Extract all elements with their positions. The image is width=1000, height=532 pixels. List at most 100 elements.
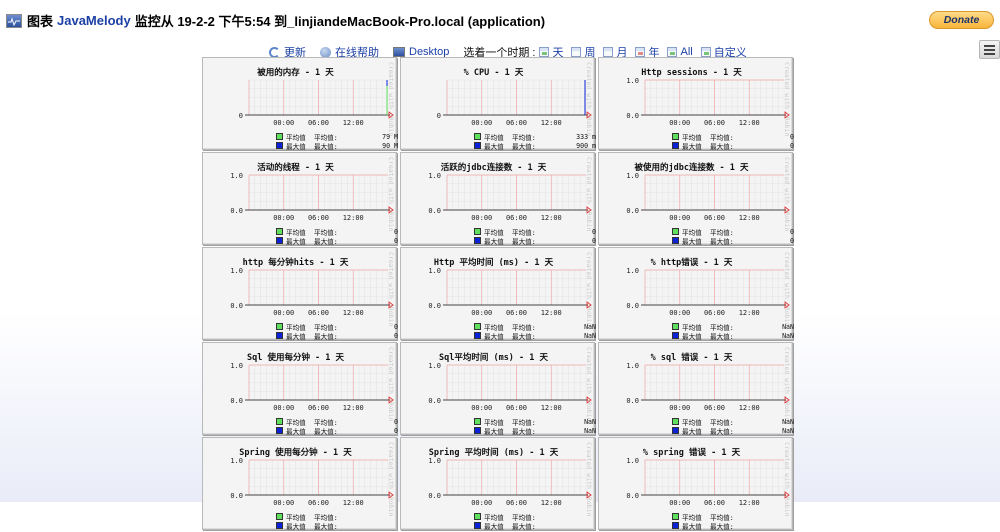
legend-value: NaN xyxy=(782,417,794,426)
legend-label: 最大值 xyxy=(682,427,702,436)
legend-row-max: 最大值 最大值: NaN xyxy=(474,426,596,436)
y-tick-label: 1.0 xyxy=(428,362,441,370)
donate-button[interactable]: Donate xyxy=(929,11,994,29)
legend-swatch xyxy=(474,332,481,339)
legend-value: NaN xyxy=(782,426,794,435)
refresh-icon xyxy=(269,46,280,58)
legend-label: 最大值 xyxy=(682,142,702,151)
legend-row-max: 最大值 最大值: NaN xyxy=(672,331,794,341)
legend-value: 0 xyxy=(394,426,398,435)
chart-legend: 平均值 平均值: NaN 最大值 最大值: NaN xyxy=(672,322,794,341)
y-tick-label: 1.0 xyxy=(230,362,243,370)
x-tick-label: 06:00 xyxy=(506,214,527,222)
chart-panel[interactable]: % spring 错误 - 1 天 Created with JRobin 1.0 0… xyxy=(598,437,794,531)
legend-label: 最大值 xyxy=(286,142,306,151)
legend-swatch xyxy=(276,142,283,149)
legend-swatch xyxy=(276,133,283,140)
legend-stat-label: 最大值: xyxy=(512,142,536,151)
x-tick-label: 06:00 xyxy=(308,404,329,412)
x-tick-label: 12:00 xyxy=(541,119,562,127)
x-tick-label: 00:00 xyxy=(669,309,690,317)
chart-legend: 平均值 平均值: 333 m 最大值 最大值: 900 m xyxy=(474,132,596,151)
legend-row-max: 最大值 最大值: 0 xyxy=(276,426,398,436)
x-tick-label: 12:00 xyxy=(739,309,760,317)
legend-row-max: 最大值 最大值: 90 M xyxy=(276,141,398,151)
x-tick-label: 06:00 xyxy=(506,499,527,507)
x-tick-label: 00:00 xyxy=(669,404,690,412)
y-tick-label: 0.0 xyxy=(428,397,441,405)
calendar-month-icon xyxy=(603,47,614,57)
y-tick-label: 0.0 xyxy=(230,302,243,310)
legend-stat-label: 最大值: xyxy=(314,427,338,436)
legend-label: 最大值 xyxy=(286,427,306,436)
legend-swatch xyxy=(672,133,679,140)
chart-panel[interactable]: Sql平均时间 (ms) - 1 天 Created with JRobin 1.0… xyxy=(400,342,596,436)
y-tick-label: 0.0 xyxy=(626,397,639,405)
legend-row-max: 最大值 最大值: 900 m xyxy=(474,141,596,151)
calendar-all-icon xyxy=(667,47,678,57)
chart-panel[interactable]: Spring 使用每分钟 - 1 天 Created with JRobin 1.0… xyxy=(202,437,398,531)
legend-row-max: 最大值 最大值: 0 xyxy=(474,236,596,246)
legend-swatch xyxy=(276,332,283,339)
x-tick-label: 06:00 xyxy=(506,309,527,317)
y-tick-label: 1.0 xyxy=(626,457,639,465)
legend-value: 0 xyxy=(790,132,794,141)
legend-label: 最大值 xyxy=(286,332,306,341)
legend-swatch xyxy=(672,332,679,339)
legend-stat-label: 最大值: xyxy=(314,522,338,531)
x-tick-label: 00:00 xyxy=(471,214,492,222)
javamelody-link[interactable]: JavaMelody xyxy=(57,13,131,28)
chart-panel[interactable]: % CPU - 1 天 Created with JRobin 0 00:00 06:0… xyxy=(400,57,596,151)
calendar-day-icon xyxy=(539,47,550,57)
chart-panel[interactable]: 被使用的jdbc连接数 - 1 天 Created with JRobin 1.0 0… xyxy=(598,152,794,246)
legend-swatch xyxy=(672,522,679,529)
x-tick-label: 00:00 xyxy=(273,499,294,507)
chart-legend: 平均值 平均值: NaN 最大值 最大值: NaN xyxy=(672,417,794,436)
chart-panel[interactable]: 活跃的jdbc连接数 - 1 天 Created with JRobin 1.0 0.… xyxy=(400,152,596,246)
chart-legend: 平均值 平均值: 最大值 最大值: xyxy=(276,512,398,531)
calendar-year-icon xyxy=(635,47,646,57)
chart-legend: 平均值 平均值: 0 最大值 最大值: 0 xyxy=(276,322,398,341)
y-tick-label: 0.0 xyxy=(428,492,441,500)
chart-panel[interactable]: Sql 使用每分钟 - 1 天 Created with JRobin 1.0 0.0… xyxy=(202,342,398,436)
y-tick-label: 1.0 xyxy=(428,457,441,465)
chart-panel[interactable]: 被用的内存 - 1 天 Created with JRobin 0 00:00 06:0… xyxy=(202,57,398,151)
legend-label: 最大值 xyxy=(682,332,702,341)
legend-swatch xyxy=(474,418,481,425)
chart-panel[interactable]: Spring 平均时间 (ms) - 1 天 Created with JRobi… xyxy=(400,437,595,531)
legend-swatch xyxy=(672,513,679,520)
legend-label: 最大值 xyxy=(484,237,504,246)
legend-value: 79 M xyxy=(382,132,398,141)
x-tick-label: 12:00 xyxy=(541,214,562,222)
header-title: 监控从 19-2-2 下午5:54 到_linjiandeMacBook-Pro… xyxy=(134,14,546,29)
y-tick-label: 0.0 xyxy=(626,112,639,120)
x-tick-label: 00:00 xyxy=(669,119,690,127)
x-tick-label: 00:00 xyxy=(471,119,492,127)
legend-label: 最大值 xyxy=(484,522,504,531)
legend-value: NaN xyxy=(782,331,794,340)
legend-swatch xyxy=(672,427,679,434)
chart-panel[interactable]: % sql 错误 - 1 天 Created with JRobin 1.0 0.0 0… xyxy=(598,342,794,436)
legend-value: NaN xyxy=(584,331,596,340)
chart-panel[interactable]: % http错误 - 1 天 Created with JRobin 1.0 0.0 0… xyxy=(598,247,794,341)
x-tick-label: 06:00 xyxy=(506,119,527,127)
x-tick-label: 12:00 xyxy=(343,119,364,127)
legend-stat-label: 最大值: xyxy=(710,237,734,246)
chart-panel[interactable]: Http 平均时间 (ms) - 1 天 Created with JRobin 1… xyxy=(400,247,596,341)
x-tick-label: 00:00 xyxy=(669,214,690,222)
chart-panel[interactable]: Http sessions - 1 天 Created with JRobin 1.… xyxy=(598,57,794,151)
desktop-icon xyxy=(393,47,405,57)
legend-row-max: 最大值 最大值: xyxy=(672,521,794,531)
hamburger-menu-icon[interactable] xyxy=(979,40,1000,59)
legend-swatch xyxy=(276,427,283,434)
legend-swatch xyxy=(474,142,481,149)
chart-legend: 平均值 平均值: 0 最大值 最大值: 0 xyxy=(672,227,794,246)
x-tick-label: 12:00 xyxy=(739,119,760,127)
y-tick-label: 0.0 xyxy=(626,302,639,310)
calendar-week-icon xyxy=(571,47,582,57)
legend-swatch xyxy=(672,228,679,235)
chart-panel[interactable]: http 每分钟hits - 1 天 Created with JRobin 1.0… xyxy=(202,247,398,341)
legend-label: 最大值 xyxy=(484,332,504,341)
legend-value: 0 xyxy=(790,236,794,245)
chart-panel[interactable]: 活动的线程 - 1 天 Created with JRobin 1.0 0.0 00:0… xyxy=(202,152,398,246)
